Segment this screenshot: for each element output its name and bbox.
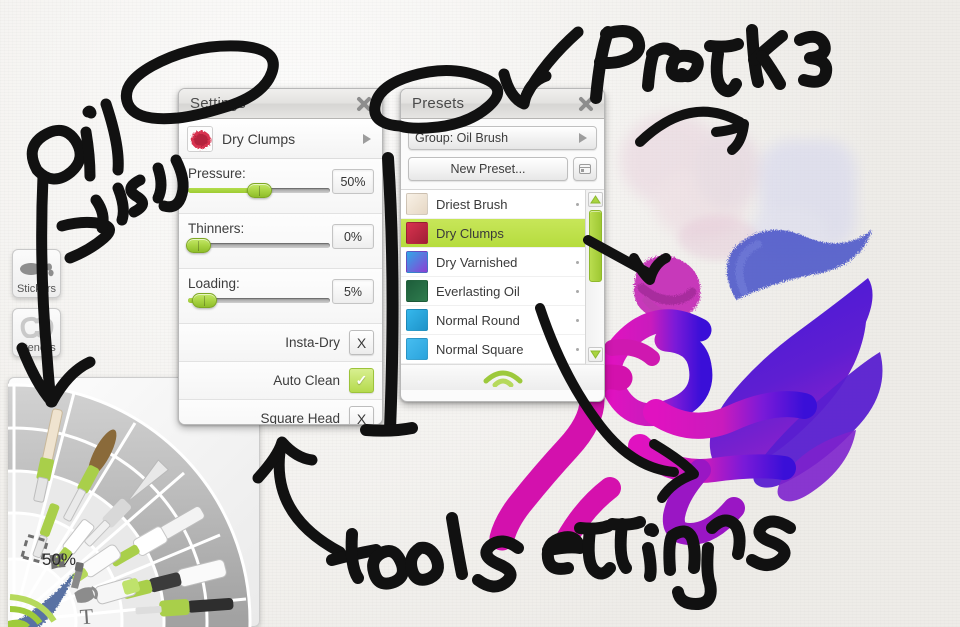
thinners-slider-track[interactable] (186, 238, 330, 253)
preset-item[interactable]: Driest Brush (401, 190, 585, 219)
preset-item-label: Everlasting Oil (436, 283, 520, 299)
screenshot-canvas: T 50% Stickers Stencils Settings Dry Clu… (0, 0, 960, 627)
preset-item-marker (576, 319, 579, 322)
preset-item[interactable]: Dry Varnished (401, 248, 585, 277)
preset-item[interactable]: Normal Square (401, 335, 585, 364)
preset-thumbnail (406, 338, 428, 360)
preset-thumbnail (406, 251, 428, 273)
preset-list-scrollbar[interactable] (585, 190, 604, 364)
preset-list[interactable]: Driest Brush Dry Clumps Dry Varnished Everl… (401, 190, 585, 364)
preset-thumbnail (406, 222, 428, 244)
preset-group-select[interactable]: Group: Oil Brush (408, 126, 597, 150)
preset-item-label: Dry Varnished (436, 254, 518, 270)
text-tool-icon: T (79, 603, 95, 627)
tool-wheel-size-value: 50% (42, 550, 76, 569)
stickers-button[interactable]: Stickers (12, 249, 61, 298)
settings-panel-title: Settings (190, 95, 246, 112)
thinners-value[interactable]: 0% (332, 224, 374, 249)
settings-panel-titlebar[interactable]: Settings (179, 89, 382, 119)
preset-options-icon[interactable] (573, 157, 597, 181)
preset-item-label: Normal Square (436, 341, 524, 357)
preset-item-marker (576, 261, 579, 264)
thinners-slider-knob[interactable] (186, 238, 211, 253)
preset-list-area[interactable]: Driest Brush Dry Clumps Dry Varnished Everl… (401, 189, 604, 364)
stickers-button-label: Stickers (16, 283, 57, 295)
current-brush-row[interactable]: Dry Clumps (179, 119, 382, 159)
pressure-slider-track[interactable] (188, 183, 330, 198)
insta-dry-label: Insta-Dry (285, 335, 340, 350)
square-head-checkbox[interactable]: X (349, 406, 374, 424)
presets-panel-title: Presets (412, 95, 465, 112)
preset-item[interactable]: Everlasting Oil (401, 277, 585, 306)
auto-clean-checkbox[interactable]: ✓ (349, 368, 374, 393)
preset-thumbnail (406, 280, 428, 302)
toggle-row-insta-dry[interactable]: Insta-Dry X (179, 324, 382, 362)
slider-row-thinners[interactable]: Thinners: 0% (179, 214, 382, 269)
settings-panel[interactable]: Settings Dry Clumps Pressure: 50% Thinne… (178, 88, 383, 425)
stencil-mask-icon (13, 314, 60, 338)
triangle-right-icon[interactable] (363, 133, 371, 144)
triangle-down-icon[interactable] (588, 347, 603, 362)
svg-text:T: T (79, 603, 95, 627)
presets-panel[interactable]: Presets Group: Oil Brush New Preset... D… (400, 88, 605, 402)
new-preset-row: New Preset... (408, 157, 597, 181)
preset-item-label: Dry Clumps (436, 225, 504, 241)
slider-row-pressure[interactable]: Pressure: 50% (179, 159, 382, 214)
pressure-slider-knob[interactable] (247, 183, 272, 198)
preset-thumbnail (406, 309, 428, 331)
current-brush-thumbnail (187, 125, 213, 152)
scrollbar-thumb[interactable] (589, 210, 602, 282)
preset-group-label: Group: Oil Brush (415, 131, 509, 145)
new-preset-button[interactable]: New Preset... (408, 157, 568, 181)
toggle-row-auto-clean[interactable]: Auto Clean ✓ (179, 362, 382, 400)
preset-item[interactable]: Normal Round (401, 306, 585, 335)
slider-row-loading[interactable]: Loading: 5% (179, 269, 382, 324)
preset-item-label: Normal Round (436, 312, 520, 328)
auto-clean-label: Auto Clean (273, 373, 340, 388)
current-brush-name: Dry Clumps (222, 130, 296, 147)
close-icon[interactable] (355, 95, 373, 113)
loading-value[interactable]: 5% (332, 279, 374, 304)
toggle-row-square-head[interactable]: Square Head X (179, 400, 382, 425)
square-head-label: Square Head (260, 411, 340, 425)
preset-item-marker (576, 348, 579, 351)
loading-slider-knob[interactable] (192, 293, 217, 308)
triangle-up-icon[interactable] (588, 192, 603, 207)
preset-thumbnail (406, 193, 428, 215)
preset-item-label: Driest Brush (436, 196, 508, 212)
loading-slider-track[interactable] (188, 293, 330, 308)
paw-print-icon (13, 255, 60, 279)
pressure-value[interactable]: 50% (332, 169, 374, 194)
preset-item-marker (576, 203, 579, 206)
stencils-button[interactable]: Stencils (12, 308, 61, 357)
close-icon[interactable] (577, 95, 595, 113)
preset-item[interactable]: Dry Clumps (401, 219, 585, 248)
presets-resize-grip[interactable] (401, 364, 604, 390)
preset-item-marker (576, 290, 579, 293)
stencils-button-label: Stencils (17, 342, 56, 354)
resize-grip-icon (483, 370, 522, 387)
insta-dry-checkbox[interactable]: X (349, 330, 374, 355)
triangle-right-icon[interactable] (579, 133, 587, 143)
presets-panel-titlebar[interactable]: Presets (401, 89, 604, 119)
